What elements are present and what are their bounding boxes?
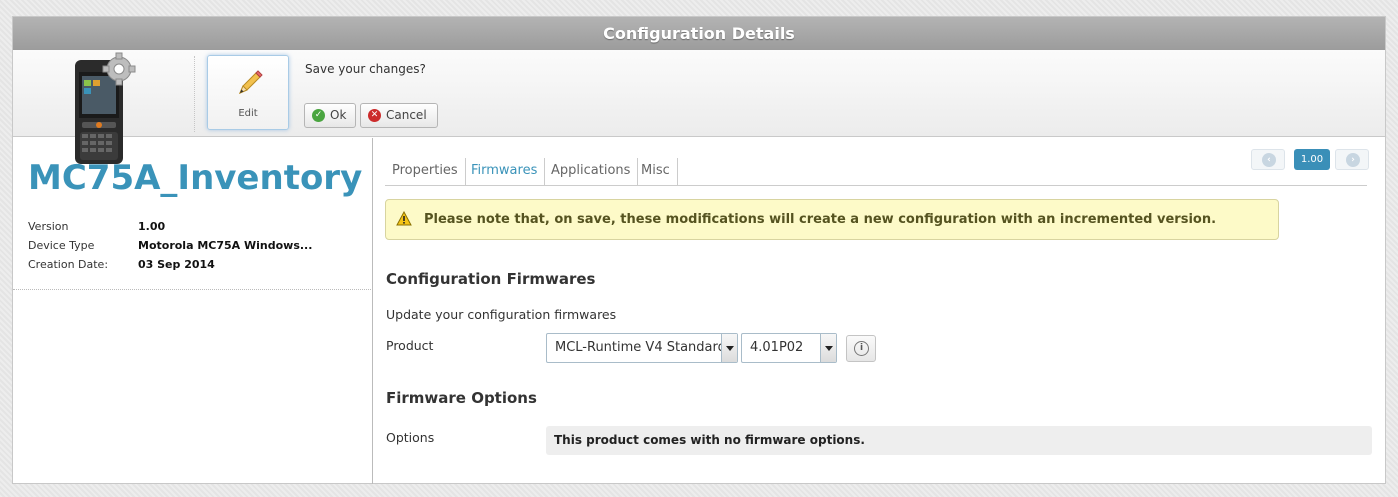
- meta-value: 1.00: [138, 220, 166, 233]
- toolbar-divider: [194, 56, 195, 132]
- previous-version-button[interactable]: ‹: [1251, 149, 1285, 170]
- ok-button-label: Ok: [330, 108, 347, 122]
- meta-row-creation-date: Creation Date: 03 Sep 2014: [28, 258, 348, 277]
- info-icon: i: [854, 341, 869, 356]
- edit-button-label: Edit: [238, 108, 258, 119]
- meta-row-version: Version 1.00: [28, 220, 348, 239]
- close-icon: ✕: [368, 109, 381, 122]
- window-title: Configuration Details: [13, 17, 1385, 50]
- tab-firmwares[interactable]: Firmwares: [464, 158, 546, 185]
- check-icon: ✓: [312, 109, 325, 122]
- firmwares-heading: Configuration Firmwares: [386, 270, 596, 288]
- firmware-version-select[interactable]: 4.01P02: [741, 333, 837, 363]
- meta-value: Motorola MC75A Windows...: [138, 239, 313, 252]
- tab-properties[interactable]: Properties: [385, 158, 466, 185]
- firmware-info-button[interactable]: i: [846, 335, 876, 362]
- configuration-name: MC75A_Inventory: [28, 158, 363, 198]
- firmwares-description: Update your configuration firmwares: [386, 307, 617, 322]
- ok-button[interactable]: ✓ Ok: [304, 103, 356, 128]
- tab-bar: Properties Firmwares Applications Misc: [385, 158, 1367, 186]
- meta-key: Creation Date:: [28, 258, 109, 271]
- warning-icon: [396, 211, 412, 226]
- summary-divider: [13, 289, 373, 290]
- product-select[interactable]: MCL-Runtime V4 Standard: [546, 333, 738, 363]
- toolbar: Edit Save your changes? ✓ Ok ✕ Cancel: [13, 50, 1385, 164]
- tab-applications[interactable]: Applications: [544, 158, 639, 185]
- cancel-button-label: Cancel: [386, 108, 427, 122]
- next-version-button[interactable]: ›: [1335, 149, 1369, 170]
- chevron-right-icon: ›: [1346, 153, 1360, 167]
- configuration-details-window: Configuration Details Edit Save your cha…: [12, 16, 1386, 484]
- edit-button[interactable]: Edit: [207, 55, 289, 130]
- product-label: Product: [386, 338, 434, 353]
- version-notice: Please note that, on save, these modific…: [385, 199, 1279, 240]
- meta-row-device-type: Device Type Motorola MC75A Windows...: [28, 239, 348, 258]
- options-label: Options: [386, 430, 435, 445]
- version-badge[interactable]: 1.00: [1294, 149, 1330, 170]
- configuration-summary-panel: MC75A_Inventory Version 1.00 Device Type…: [13, 138, 373, 484]
- no-options-message: This product comes with no firmware opti…: [546, 426, 1372, 455]
- meta-key: Version: [28, 220, 69, 233]
- chevron-down-icon: [820, 334, 836, 362]
- cancel-button[interactable]: ✕ Cancel: [360, 103, 438, 128]
- firmware-version-value: 4.01P02: [750, 340, 804, 355]
- save-changes-prompt: Save your changes?: [305, 62, 426, 76]
- chevron-left-icon: ‹: [1262, 153, 1276, 167]
- meta-key: Device Type: [28, 239, 95, 252]
- meta-value: 03 Sep 2014: [138, 258, 215, 271]
- notice-text: Please note that, on save, these modific…: [424, 212, 1217, 227]
- chevron-down-icon: [721, 334, 737, 362]
- pencil-icon: [239, 70, 263, 94]
- tab-misc[interactable]: Misc: [634, 158, 678, 185]
- product-select-value: MCL-Runtime V4 Standard: [555, 340, 726, 355]
- configuration-meta: Version 1.00 Device Type Motorola MC75A …: [28, 220, 348, 277]
- firmware-options-heading: Firmware Options: [386, 389, 537, 407]
